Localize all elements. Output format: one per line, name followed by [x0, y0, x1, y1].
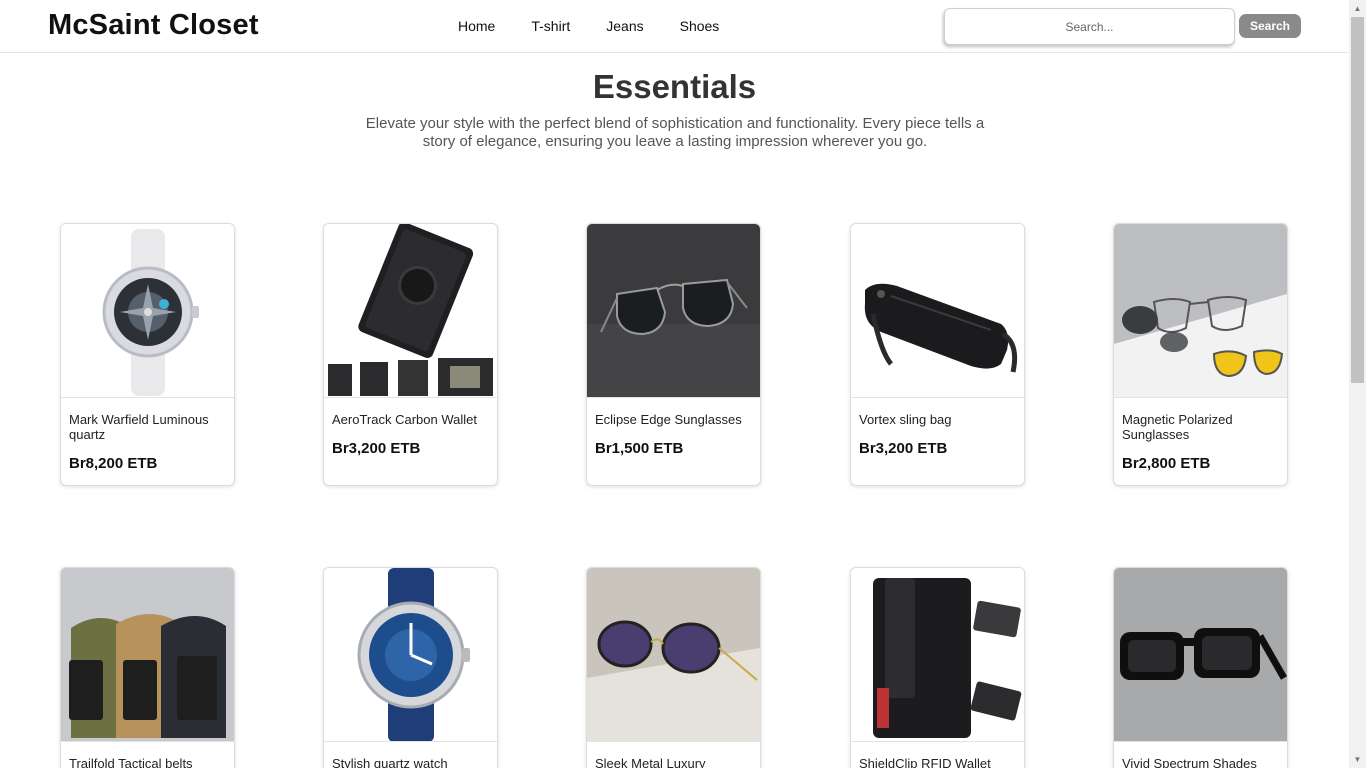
- product-card[interactable]: Sleek Metal Luxury: [586, 567, 761, 768]
- product-name[interactable]: Vivid Spectrum Shades: [1114, 742, 1287, 768]
- product-card[interactable]: Eclipse Edge Sunglasses Br1,500 ETB: [586, 223, 761, 486]
- product-name[interactable]: Stylish quartz watch: [324, 742, 497, 768]
- product-price: Br3,200 ETB: [332, 440, 421, 457]
- product-name[interactable]: Trailfold Tactical belts: [61, 742, 234, 768]
- brand-logo[interactable]: McSaint Closet: [48, 9, 259, 42]
- search-input[interactable]: [944, 8, 1235, 45]
- watch-white-icon[interactable]: [61, 224, 234, 398]
- product-card[interactable]: Trailfold Tactical belts: [60, 567, 235, 768]
- product-card[interactable]: AeroTrack Carbon Wallet Br3,200 ETB: [323, 223, 498, 486]
- product-card[interactable]: Mark Warfield Luminous quartz Br8,200 ET…: [60, 223, 235, 486]
- product-card[interactable]: Stylish quartz watch: [323, 567, 498, 768]
- search-button[interactable]: Search: [1239, 14, 1301, 38]
- scrollbar[interactable]: ▲ ▼: [1349, 0, 1366, 768]
- watch-blue-icon[interactable]: [324, 568, 497, 742]
- sling-bag-icon[interactable]: [851, 224, 1024, 398]
- scroll-down-arrow-icon[interactable]: ▼: [1349, 751, 1366, 768]
- product-name[interactable]: Sleek Metal Luxury: [587, 742, 760, 768]
- nav-tshirt[interactable]: T-shirt: [513, 18, 588, 34]
- main-nav: Home T-shirt Jeans Shoes: [440, 18, 737, 34]
- page-title: Essentials: [592, 68, 757, 105]
- site-header: McSaint Closet Home T-shirt Jeans Shoes …: [0, 0, 1349, 53]
- product-name[interactable]: AeroTrack Carbon Wallet: [324, 398, 497, 427]
- product-price: Br2,800 ETB: [1122, 455, 1211, 472]
- product-price: Br8,200 ETB: [69, 455, 158, 472]
- square-sunglasses-icon[interactable]: [1114, 568, 1287, 742]
- rfid-wallet-icon[interactable]: [851, 568, 1024, 742]
- product-name[interactable]: Vortex sling bag: [851, 398, 1024, 427]
- product-name[interactable]: Mark Warfield Luminous quartz: [61, 398, 234, 442]
- product-name[interactable]: ShieldClip RFID Wallet: [851, 742, 1024, 768]
- clip-on-glasses-icon[interactable]: [1114, 224, 1287, 398]
- round-sunglasses-icon[interactable]: [587, 568, 760, 742]
- sunglasses-icon[interactable]: [587, 224, 760, 398]
- belts-icon[interactable]: [61, 568, 234, 742]
- nav-home[interactable]: Home: [440, 18, 513, 34]
- product-name[interactable]: Eclipse Edge Sunglasses: [587, 398, 760, 427]
- product-price: Br1,500 ETB: [595, 440, 684, 457]
- product-card[interactable]: Magnetic Polarized Sunglasses Br2,800 ET…: [1113, 223, 1288, 486]
- product-card[interactable]: Vivid Spectrum Shades: [1113, 567, 1288, 768]
- scrollbar-thumb[interactable]: [1351, 17, 1364, 383]
- carbon-wallet-icon[interactable]: [324, 224, 497, 398]
- product-name[interactable]: Magnetic Polarized Sunglasses: [1114, 398, 1287, 442]
- scroll-up-arrow-icon[interactable]: ▲: [1349, 0, 1366, 17]
- product-price: Br3,200 ETB: [859, 440, 948, 457]
- nav-shoes[interactable]: Shoes: [662, 18, 738, 34]
- product-card[interactable]: Vortex sling bag Br3,200 ETB: [850, 223, 1025, 486]
- page-description: Elevate your style with the perfect blen…: [365, 115, 985, 150]
- product-card[interactable]: ShieldClip RFID Wallet: [850, 567, 1025, 768]
- nav-jeans[interactable]: Jeans: [588, 18, 661, 34]
